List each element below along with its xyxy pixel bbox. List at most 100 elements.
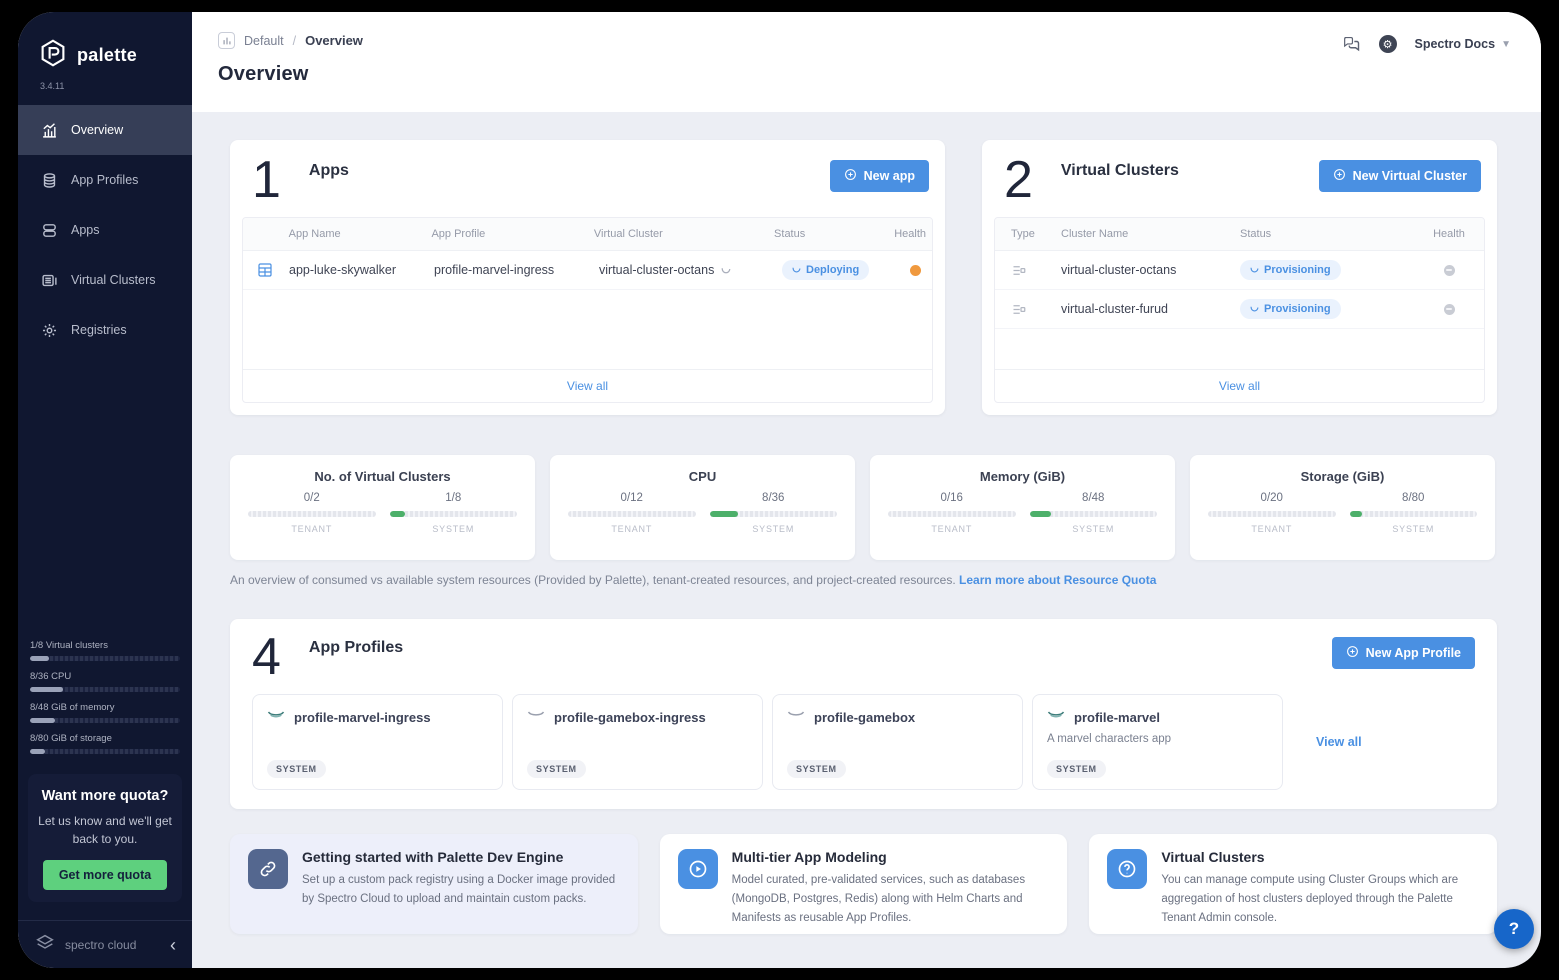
cluster-name-cell: virtual-cluster-furud xyxy=(1055,293,1234,325)
system-badge: SYSTEM xyxy=(267,760,326,778)
health-dot xyxy=(1444,304,1455,315)
quota-label: 8/48 GiB of memory xyxy=(30,702,180,713)
quota-bar xyxy=(30,718,180,723)
system-badge: SYSTEM xyxy=(1047,760,1106,778)
new-app-profile-button[interactable]: New App Profile xyxy=(1332,637,1475,669)
sidebar-collapse-icon[interactable]: ‹ xyxy=(170,936,176,954)
brand-name: palette xyxy=(77,45,137,66)
profile-wave-icon xyxy=(527,708,545,726)
app-profile-cell: profile-marvel-ingress xyxy=(428,254,593,286)
tenant-value: 0/12 xyxy=(568,492,696,504)
tenant-bar xyxy=(568,511,696,517)
system-label: SYSTEM xyxy=(390,524,518,534)
resource-card-cpu: CPU 0/12 TENANT 8/36 SYSTEM xyxy=(550,455,855,560)
profile-wave-icon xyxy=(787,708,805,726)
promo-body: Let us know and we'll get back to you. xyxy=(36,812,174,848)
circle-plus-icon xyxy=(1333,168,1346,184)
app-window: palette 3.4.11 Overview App Profiles Ap xyxy=(18,12,1541,968)
system-bar xyxy=(390,511,518,517)
system-value: 8/80 xyxy=(1350,492,1478,504)
clusters-table: Type Cluster Name Status Health virtual-… xyxy=(994,217,1485,403)
profile-card[interactable]: profile-gamebox SYSTEM xyxy=(772,694,1023,790)
tenant-bar xyxy=(1208,511,1336,517)
breadcrumb: Default / Overview xyxy=(218,32,1511,49)
circle-plus-icon xyxy=(844,168,857,184)
new-app-button[interactable]: New app xyxy=(830,160,929,192)
chat-icon[interactable] xyxy=(1341,34,1361,54)
spinner-icon xyxy=(1250,264,1259,276)
quota-bar xyxy=(30,749,180,754)
apps-layers-icon xyxy=(40,221,58,239)
profile-card[interactable]: profile-marvel A marvel characters app S… xyxy=(1032,694,1283,790)
chevron-down-icon: ▼ xyxy=(1501,39,1511,50)
new-virtual-cluster-button[interactable]: New Virtual Cluster xyxy=(1319,160,1481,192)
sidebar-item-overview[interactable]: Overview xyxy=(18,105,192,155)
profiles-card-title: App Profiles xyxy=(309,639,403,657)
sidebar-item-registries[interactable]: Registries xyxy=(18,305,192,355)
clusters-table-header: Type Cluster Name Status Health xyxy=(995,218,1484,251)
profiles-view-all-link[interactable]: View all xyxy=(1316,735,1362,749)
topbar: Default / Overview Overview ⚙ Spectro Do… xyxy=(192,12,1541,112)
resource-card-virtual-clusters: No. of Virtual Clusters 0/2 TENANT 1/8 S… xyxy=(230,455,535,560)
apps-view-all-link[interactable]: View all xyxy=(243,369,932,402)
sidebar-item-label: App Profiles xyxy=(71,173,138,187)
system-label: SYSTEM xyxy=(1350,524,1478,534)
project-dashboard-icon xyxy=(218,32,235,49)
app-table-row[interactable]: app-luke-skywalker profile-marvel-ingres… xyxy=(243,251,932,290)
tenant-label: TENANT xyxy=(1208,524,1336,534)
page-title: Overview xyxy=(218,63,1511,86)
info-card-virtual-clusters[interactable]: Virtual Clusters You can manage compute … xyxy=(1089,834,1497,934)
spinner-icon xyxy=(721,263,731,277)
system-label: SYSTEM xyxy=(1030,524,1158,534)
play-icon xyxy=(678,849,718,889)
tenant-label: TENANT xyxy=(248,524,376,534)
clusters-view-all-link[interactable]: View all xyxy=(995,369,1484,402)
sidebar-item-apps[interactable]: Apps xyxy=(18,205,192,255)
content: 1 Apps New app App Name App Profile xyxy=(192,112,1541,968)
info-cards-row: Getting started with Palette Dev Engine … xyxy=(230,834,1497,934)
column-status: Status xyxy=(768,218,888,250)
breadcrumb-project[interactable]: Default xyxy=(244,34,284,48)
breadcrumb-current-page: Overview xyxy=(305,33,363,48)
apps-count: 1 xyxy=(252,156,281,205)
info-card-dev-engine[interactable]: Getting started with Palette Dev Engine … xyxy=(230,834,638,934)
quota-bar xyxy=(30,687,180,692)
app-profiles-stack-icon xyxy=(40,171,58,189)
virtual-clusters-card: 2 Virtual Clusters New Virtual Cluster T… xyxy=(982,140,1497,415)
tenant-value: 0/2 xyxy=(248,492,376,504)
cluster-table-row[interactable]: virtual-cluster-furud Provisioning xyxy=(995,290,1484,329)
sidebar-nav: Overview App Profiles Apps Virtual Clust… xyxy=(18,105,192,355)
tenant-value: 0/20 xyxy=(1208,492,1336,504)
docs-menu[interactable]: Spectro Docs ▼ xyxy=(1415,37,1512,51)
resource-quota-description: An overview of consumed vs available sys… xyxy=(230,573,1497,587)
cluster-type-icon xyxy=(995,254,1055,287)
status-badge: Deploying xyxy=(782,260,869,280)
sidebar-item-app-profiles[interactable]: App Profiles xyxy=(18,155,192,205)
cluster-table-row[interactable]: virtual-cluster-octans Provisioning xyxy=(995,251,1484,290)
resource-quota-learn-more-link[interactable]: Learn more about Resource Quota xyxy=(959,573,1156,587)
apps-card-title: Apps xyxy=(309,162,349,180)
quota-label: 1/8 Virtual clusters xyxy=(30,640,180,651)
sidebar-item-virtual-clusters[interactable]: Virtual Clusters xyxy=(18,255,192,305)
get-more-quota-button[interactable]: Get more quota xyxy=(43,860,167,890)
tenant-bar xyxy=(888,511,1016,517)
registries-gear-icon xyxy=(40,321,58,339)
help-button[interactable]: ? xyxy=(1494,909,1534,949)
apps-table-header: App Name App Profile Virtual Cluster Sta… xyxy=(243,218,932,251)
sidebar: palette 3.4.11 Overview App Profiles Ap xyxy=(18,12,192,968)
resource-card-storage: Storage (GiB) 0/20 TENANT 8/80 SYSTEM xyxy=(1190,455,1495,560)
system-bar xyxy=(1030,511,1158,517)
sidebar-item-label: Registries xyxy=(71,323,127,337)
footer-brand: spectro cloud xyxy=(65,938,161,952)
profile-card[interactable]: profile-gamebox-ingress SYSTEM xyxy=(512,694,763,790)
breadcrumb-separator: / xyxy=(293,34,296,48)
profile-card[interactable]: profile-marvel-ingress SYSTEM xyxy=(252,694,503,790)
quota-bar xyxy=(30,656,180,661)
quota-cpu: 8/36 CPU xyxy=(30,671,180,692)
sidebar-item-label: Overview xyxy=(71,123,123,137)
apps-card: 1 Apps New app App Name App Profile xyxy=(230,140,945,415)
info-card-app-modeling[interactable]: Multi-tier App Modeling Model curated, p… xyxy=(660,834,1068,934)
system-value: 1/8 xyxy=(390,492,518,504)
gear-icon[interactable]: ⚙ xyxy=(1379,35,1397,53)
profile-wave-icon xyxy=(267,708,285,726)
